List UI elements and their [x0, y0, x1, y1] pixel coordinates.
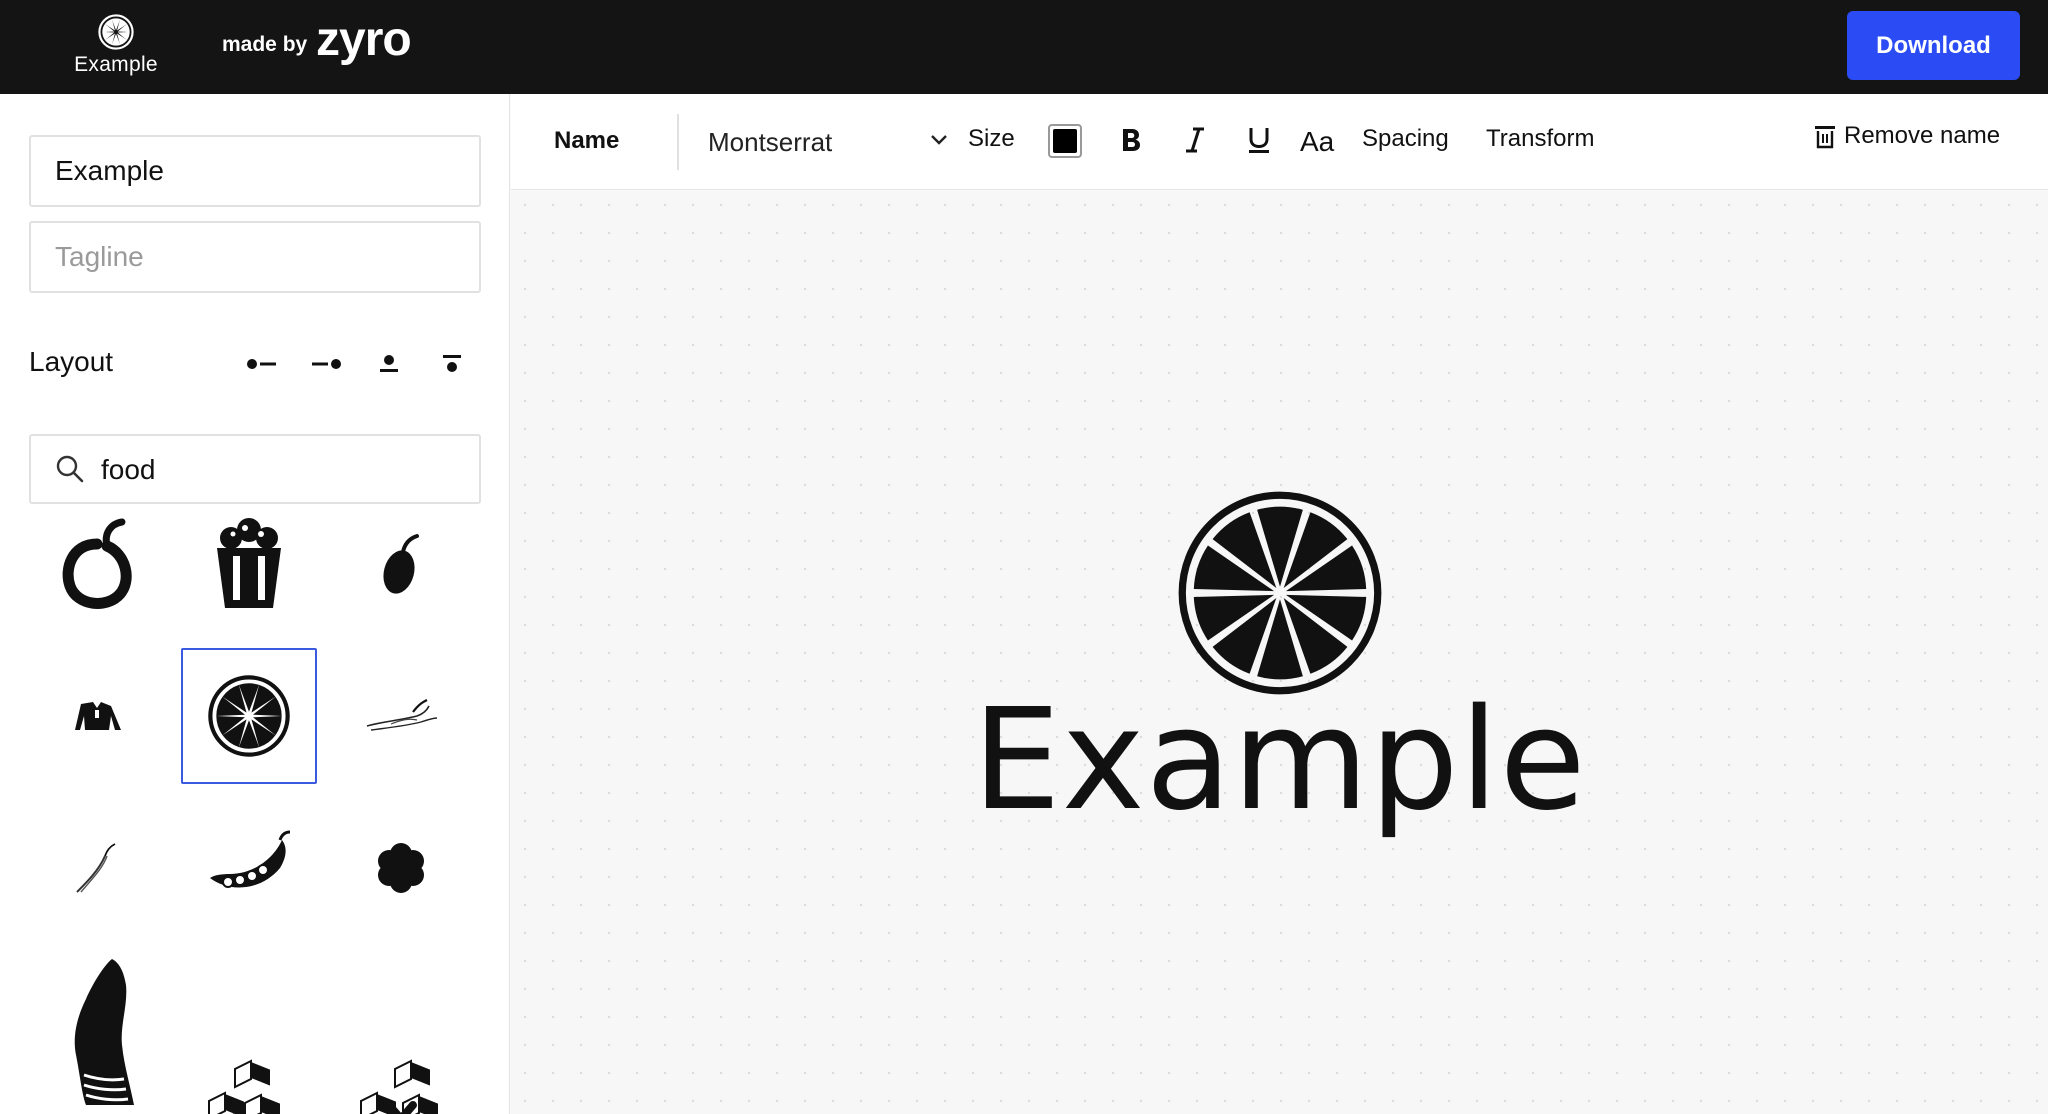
citrus-slice-icon [208, 675, 290, 757]
flower-cookie-icon [378, 843, 424, 893]
font-select-value: Montserrat [708, 126, 833, 157]
citrus-slice-icon[interactable] [1176, 489, 1384, 697]
svg-text:Aa: Aa [1300, 126, 1335, 154]
icon-tile[interactable] [29, 952, 165, 1108]
popcorn-icon [217, 518, 281, 608]
bold-icon [1123, 129, 1140, 151]
italic-icon [1186, 127, 1204, 153]
top-bar: Example made by zyro Download [0, 0, 2048, 94]
underline-icon [1249, 128, 1269, 153]
olive-icon [383, 534, 419, 594]
icon-tile[interactable] [29, 800, 165, 936]
transform-button[interactable]: Transform [1486, 125, 1594, 153]
section-name-label: Name [554, 127, 620, 154]
citrus-slice-icon [98, 14, 134, 50]
layout-symbol-right-button[interactable] [306, 344, 346, 384]
chevron-down-icon [931, 135, 947, 145]
search-icon [56, 455, 84, 483]
size-button[interactable]: Size [968, 125, 1015, 153]
remove-name-label: Remove name [1844, 122, 2001, 149]
layout-top-icon [380, 355, 398, 372]
icon-tile[interactable] [181, 496, 317, 632]
sugar-cubes-icon [208, 1059, 282, 1114]
icon-tile[interactable] [29, 496, 165, 632]
letter-case-icon: Aa [1300, 126, 1335, 154]
icon-tile[interactable] [333, 800, 469, 936]
trash-icon [1815, 126, 1835, 149]
download-button[interactable]: Download [1847, 11, 2020, 80]
shirt-icon [75, 702, 121, 730]
icon-tile[interactable] [181, 1044, 317, 1114]
underline-button[interactable] [1237, 118, 1281, 162]
logo-name-text[interactable]: Example [511, 691, 2048, 831]
brand-name: Example [74, 53, 158, 76]
sugar-cubes-cross-icon [360, 1059, 440, 1114]
layout-right-icon [312, 359, 341, 369]
chili-pepper-icon [366, 699, 438, 731]
font-select[interactable]: Montserrat [708, 122, 948, 162]
remove-name-button[interactable]: Remove name [1814, 122, 2000, 150]
zyro-logo[interactable]: zyro [316, 16, 412, 64]
toolbar-divider [677, 114, 679, 170]
icon-tile[interactable] [333, 1044, 469, 1114]
small-chili-icon [76, 843, 116, 893]
icon-tile[interactable] [333, 496, 469, 632]
icon-tile[interactable] [333, 648, 469, 784]
search-input[interactable] [101, 448, 461, 492]
text-toolbar: Name Montserrat Size Aa Spacing Transfor… [511, 94, 2048, 190]
italic-button[interactable] [1173, 118, 1217, 162]
layout-symbol-top-button[interactable] [369, 344, 409, 384]
layout-label: Layout [29, 346, 114, 377]
ham-leg-icon [74, 959, 134, 1105]
tagline-input[interactable] [29, 221, 481, 293]
layout-left-icon [247, 359, 276, 369]
icon-search-box[interactable] [29, 434, 481, 504]
layout-bottom-icon [443, 355, 461, 372]
made-by-label: made by [222, 33, 308, 56]
brand-logo[interactable]: Example [68, 14, 164, 77]
pepper-ring-icon [62, 518, 132, 609]
icon-tile[interactable] [29, 648, 165, 784]
color-fill [1053, 129, 1077, 153]
sidebar: Layout [0, 94, 510, 1114]
name-input[interactable] [29, 135, 481, 207]
icon-tile[interactable] [181, 800, 317, 936]
icon-tile-selected[interactable] [181, 648, 317, 784]
logo-canvas[interactable]: Example [511, 191, 2048, 1114]
spacing-button[interactable]: Spacing [1362, 125, 1449, 153]
pea-pod-icon [210, 830, 291, 888]
layout-symbol-left-button[interactable] [242, 344, 282, 384]
text-color-swatch[interactable] [1048, 124, 1082, 158]
layout-symbol-bottom-button[interactable] [432, 344, 472, 384]
case-button[interactable]: Aa [1293, 118, 1347, 162]
bold-button[interactable] [1109, 118, 1153, 162]
